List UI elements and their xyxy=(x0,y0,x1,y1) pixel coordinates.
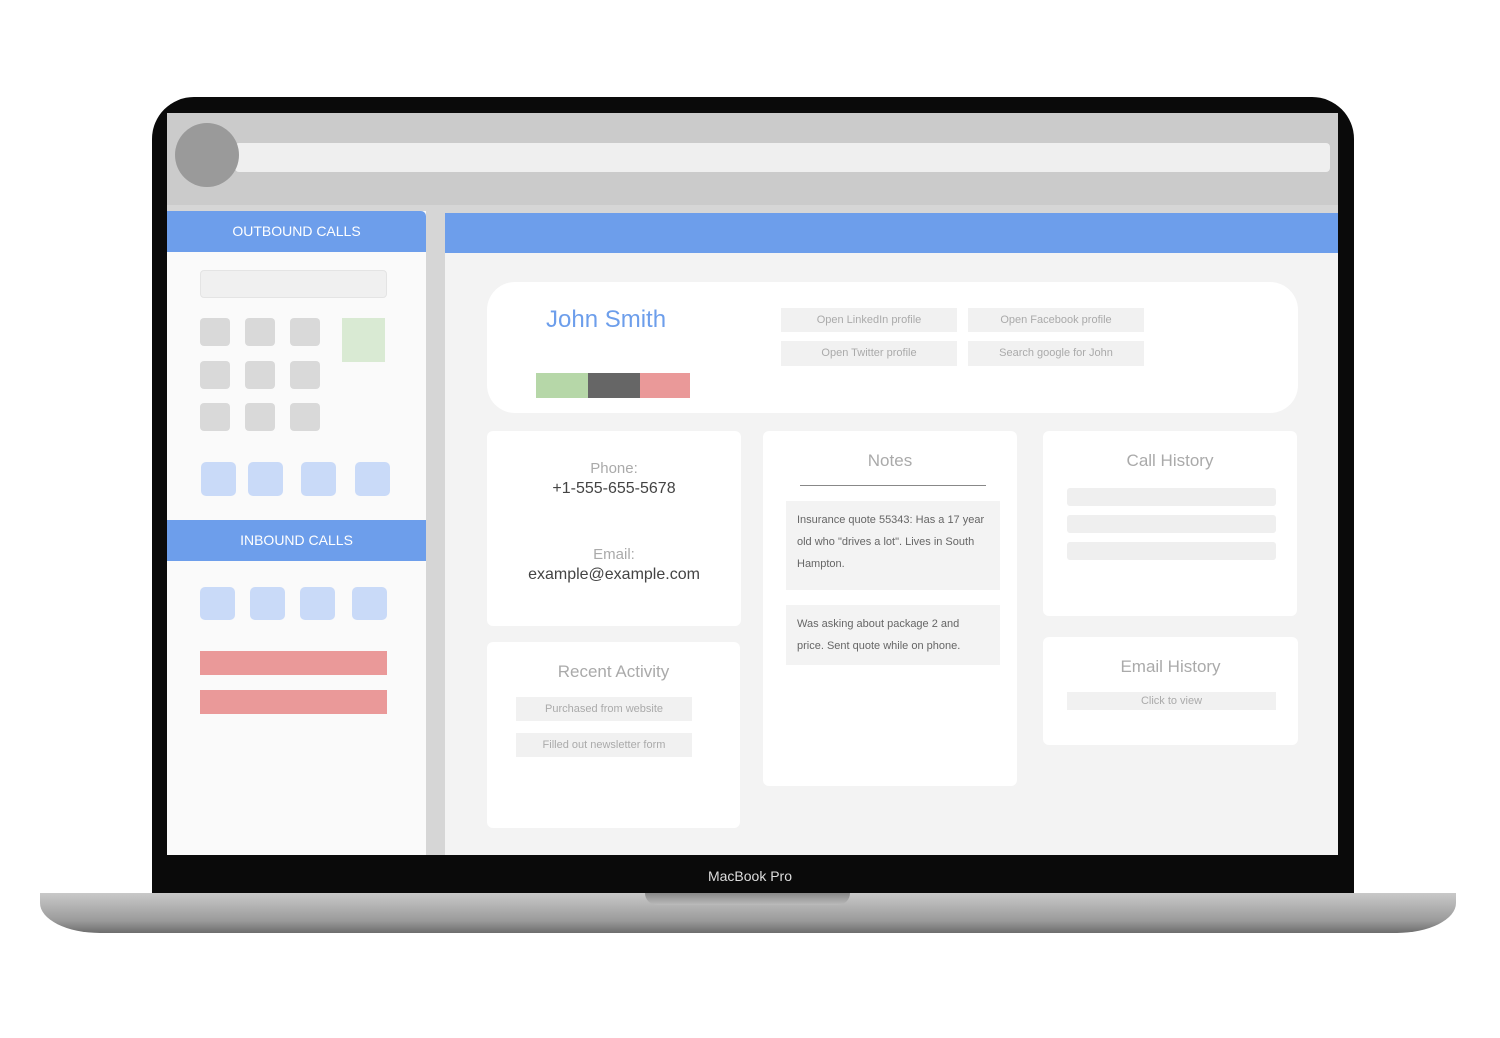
laptop-notch xyxy=(645,893,850,905)
keypad-key[interactable] xyxy=(200,403,230,431)
keypad-key[interactable] xyxy=(245,361,275,389)
google-search-button[interactable]: Search google for John xyxy=(968,341,1144,366)
status-segment-gray xyxy=(588,373,640,398)
avatar[interactable] xyxy=(175,123,239,187)
twitter-button[interactable]: Open Twitter profile xyxy=(781,341,957,366)
call-button[interactable] xyxy=(342,318,385,362)
keypad-key[interactable] xyxy=(245,403,275,431)
recent-activity-card: Recent Activity Purchased from website F… xyxy=(487,642,740,828)
contact-card: John Smith Open LinkedIn profile Open Fa… xyxy=(487,282,1298,413)
device-label: MacBook Pro xyxy=(707,868,793,884)
outbound-call-item[interactable] xyxy=(355,462,390,496)
notes-divider xyxy=(800,485,986,486)
activity-item[interactable]: Filled out newsletter form xyxy=(516,733,692,757)
contact-name: John Smith xyxy=(546,306,667,333)
recent-activity-title: Recent Activity xyxy=(557,662,670,681)
outbound-call-item[interactable] xyxy=(201,462,236,496)
status-segment-red xyxy=(640,373,690,398)
email-value[interactable]: example@example.com xyxy=(487,566,741,584)
main-panel: John Smith Open LinkedIn profile Open Fa… xyxy=(445,213,1338,855)
keypad-key[interactable] xyxy=(200,318,230,346)
screen: OUTBOUND CALLS INBOUND CALLS John Smith xyxy=(167,113,1338,855)
dial-input[interactable] xyxy=(200,270,387,298)
outbound-call-item[interactable] xyxy=(248,462,283,496)
contact-details-card: Phone: +1-555-655-5678 Email: example@ex… xyxy=(487,431,741,626)
note-item[interactable]: Was asking about package 2 and price. Se… xyxy=(786,605,1000,665)
call-history-card: Call History xyxy=(1043,431,1297,616)
linkedin-button[interactable]: Open LinkedIn profile xyxy=(781,308,957,332)
email-history-title: Email History xyxy=(1120,657,1221,676)
email-history-card: Email History Click to view xyxy=(1043,637,1298,745)
inbound-calls-header: INBOUND CALLS xyxy=(167,520,426,561)
email-label: Email: xyxy=(593,546,635,563)
keypad-key[interactable] xyxy=(290,318,320,346)
notes-title: Notes xyxy=(867,451,913,470)
missed-call-bar[interactable] xyxy=(200,651,387,675)
address-bar[interactable] xyxy=(235,143,1330,172)
missed-call-bar[interactable] xyxy=(200,690,387,714)
phone-value: +1-555-655-5678 xyxy=(552,480,676,497)
activity-item[interactable]: Purchased from website xyxy=(516,697,692,721)
inbound-call-item[interactable] xyxy=(200,587,235,620)
notes-card: Notes Insurance quote 55343: Has a 17 ye… xyxy=(763,431,1017,786)
outbound-calls-header: OUTBOUND CALLS xyxy=(167,211,426,252)
facebook-button[interactable]: Open Facebook profile xyxy=(968,308,1144,332)
inbound-call-item[interactable] xyxy=(300,587,335,620)
keypad-key[interactable] xyxy=(290,361,320,389)
note-item[interactable]: Insurance quote 55343: Has a 17 year old… xyxy=(786,501,1000,590)
inbound-call-item[interactable] xyxy=(352,587,387,620)
call-history-item[interactable] xyxy=(1067,488,1276,506)
status-segment-green xyxy=(536,373,588,398)
call-history-title: Call History xyxy=(1126,451,1214,470)
phone-label: Phone: xyxy=(590,460,638,477)
outbound-call-item[interactable] xyxy=(301,462,336,496)
call-history-item[interactable] xyxy=(1067,542,1276,560)
call-history-item[interactable] xyxy=(1067,515,1276,533)
click-to-view-button[interactable]: Click to view xyxy=(1067,692,1276,710)
inbound-call-item[interactable] xyxy=(250,587,285,620)
main-header xyxy=(445,213,1338,253)
keypad-key[interactable] xyxy=(290,403,320,431)
keypad-key[interactable] xyxy=(245,318,275,346)
sidebar: OUTBOUND CALLS INBOUND CALLS xyxy=(167,211,426,855)
keypad-key[interactable] xyxy=(200,361,230,389)
